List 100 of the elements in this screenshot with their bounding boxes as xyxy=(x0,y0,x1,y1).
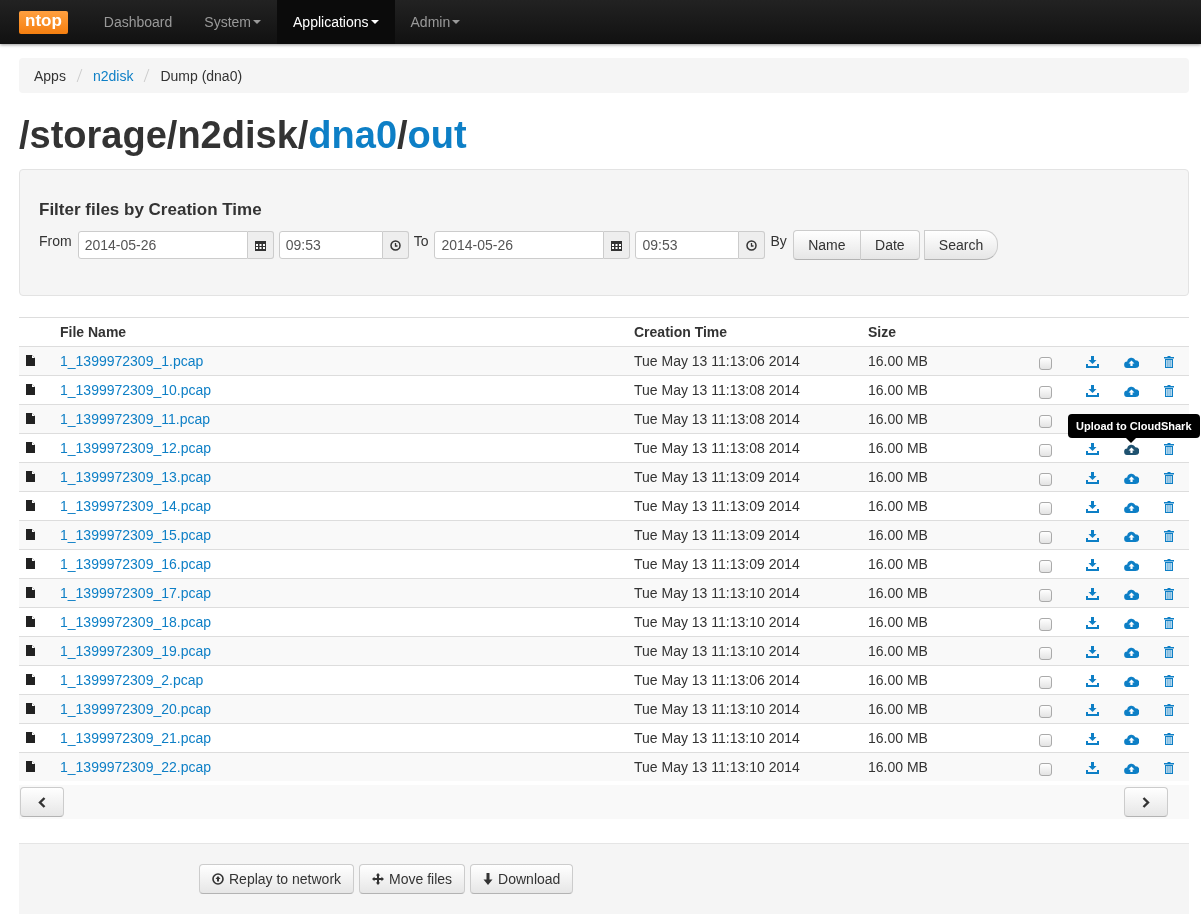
file-link[interactable]: 1_1399972309_10.pcap xyxy=(60,382,212,398)
file-link[interactable]: 1_1399972309_19.pcap xyxy=(60,643,212,659)
nav-menu-item[interactable]: Dashboard xyxy=(87,0,189,44)
download-icon[interactable] xyxy=(1086,530,1099,543)
trash-icon[interactable] xyxy=(1163,356,1174,369)
next-page-button[interactable] xyxy=(1124,787,1168,817)
file-link[interactable]: 1_1399972309_2.pcap xyxy=(60,672,204,688)
trash-icon[interactable] xyxy=(1163,385,1174,398)
download-icon[interactable] xyxy=(1086,762,1099,775)
breadcrumb-link[interactable]: n2disk xyxy=(92,67,134,84)
file-link[interactable]: 1_1399972309_16.pcap xyxy=(60,556,212,572)
nav-menu-item[interactable]: Applications xyxy=(277,0,395,44)
download-icon[interactable] xyxy=(1086,559,1099,572)
row-checkbox[interactable] xyxy=(1038,559,1052,573)
file-link[interactable]: 1_1399972309_18.pcap xyxy=(60,614,212,630)
clock-button[interactable] xyxy=(739,231,766,259)
file-link[interactable]: 1_1399972309_14.pcap xyxy=(60,498,212,514)
trash-icon[interactable] xyxy=(1163,733,1174,746)
file-link[interactable]: 1_1399972309_17.pcap xyxy=(60,585,212,601)
download-icon[interactable] xyxy=(1086,704,1099,717)
upload-cloud-icon[interactable] xyxy=(1124,646,1139,658)
trash-icon[interactable] xyxy=(1163,704,1174,717)
upload-cloud-icon[interactable] xyxy=(1124,588,1139,600)
trash-icon[interactable] xyxy=(1163,617,1174,630)
file-link[interactable]: 1_1399972309_21.pcap xyxy=(60,730,212,746)
path-link[interactable]: dna0 xyxy=(308,114,398,156)
row-checkbox[interactable] xyxy=(1038,675,1052,689)
upload-cloud-icon[interactable] xyxy=(1124,762,1139,774)
row-checkbox[interactable] xyxy=(1038,762,1052,776)
upload-cloud-icon[interactable] xyxy=(1124,385,1139,397)
upload-cloud-icon[interactable] xyxy=(1124,733,1139,745)
time-field[interactable]: 09:53 xyxy=(278,231,383,259)
file-link[interactable]: 1_1399972309_15.pcap xyxy=(60,527,212,543)
row-checkbox[interactable] xyxy=(1038,704,1052,718)
row-checkbox[interactable] xyxy=(1038,443,1052,457)
search-button[interactable]: Search xyxy=(923,230,999,260)
row-checkbox[interactable] xyxy=(1038,530,1052,544)
row-checkbox[interactable] xyxy=(1038,356,1052,370)
brand-logo[interactable]: ntop xyxy=(19,10,68,34)
download-icon[interactable] xyxy=(1086,675,1099,688)
trash-icon[interactable] xyxy=(1163,588,1174,601)
trash-icon[interactable] xyxy=(1163,530,1174,543)
download-icon[interactable] xyxy=(1086,501,1099,514)
trash-icon[interactable] xyxy=(1163,646,1174,659)
clock-button[interactable] xyxy=(382,231,409,259)
upload-cloud-icon[interactable] xyxy=(1124,501,1139,513)
sort-button[interactable]: Name xyxy=(792,230,861,260)
row-checkbox[interactable] xyxy=(1038,733,1052,747)
trash-icon[interactable] xyxy=(1163,501,1174,514)
trash-icon[interactable] xyxy=(1163,675,1174,688)
download-icon[interactable] xyxy=(1086,385,1099,398)
trash-icon[interactable] xyxy=(1163,762,1174,775)
time-field[interactable]: 09:53 xyxy=(635,231,740,259)
row-checkbox[interactable] xyxy=(1038,385,1052,399)
upload-cloud-icon[interactable] xyxy=(1124,675,1139,687)
date-field[interactable]: 2014-05-26 xyxy=(434,231,605,259)
upload-cloud-icon[interactable] xyxy=(1124,356,1139,368)
nav-menu-item[interactable]: System xyxy=(188,0,277,44)
file-link[interactable]: 1_1399972309_13.pcap xyxy=(60,469,212,485)
download-button[interactable]: Download xyxy=(470,864,574,894)
file-link[interactable]: 1_1399972309_1.pcap xyxy=(60,353,204,369)
file-icon xyxy=(26,384,35,395)
calendar-button[interactable] xyxy=(604,231,631,259)
upload-cloud-icon[interactable] xyxy=(1124,472,1139,484)
row-checkbox[interactable] xyxy=(1038,472,1052,486)
row-checkbox[interactable] xyxy=(1038,617,1052,631)
row-checkbox[interactable] xyxy=(1038,414,1052,428)
calendar-button[interactable] xyxy=(247,231,274,259)
file-link[interactable]: 1_1399972309_11.pcap xyxy=(60,411,210,427)
upload-cloud-icon[interactable] xyxy=(1124,617,1139,629)
download-icon[interactable] xyxy=(1086,617,1099,630)
upload-cloud-icon[interactable] xyxy=(1124,443,1139,455)
trash-icon[interactable] xyxy=(1163,472,1174,485)
sort-button[interactable]: Date xyxy=(860,230,920,260)
file-link[interactable]: 1_1399972309_12.pcap xyxy=(60,440,212,456)
download-icon[interactable] xyxy=(1086,443,1099,456)
replay-button[interactable]: Replay to network xyxy=(199,864,355,894)
file-icon xyxy=(26,355,35,366)
table-cell: 16.00 MB xyxy=(868,730,928,746)
upload-cloud-icon[interactable] xyxy=(1124,530,1139,542)
date-field[interactable]: 2014-05-26 xyxy=(77,231,248,259)
trash-icon[interactable] xyxy=(1163,559,1174,572)
row-checkbox[interactable] xyxy=(1038,588,1052,602)
download-icon[interactable] xyxy=(1086,356,1099,369)
trash-icon[interactable] xyxy=(1163,443,1174,456)
row-checkbox[interactable] xyxy=(1038,501,1052,515)
download-icon[interactable] xyxy=(1086,588,1099,601)
download-icon[interactable] xyxy=(1086,472,1099,485)
download-icon[interactable] xyxy=(1086,733,1099,746)
download-icon[interactable] xyxy=(1086,646,1099,659)
file-link[interactable]: 1_1399972309_22.pcap xyxy=(60,759,212,775)
previous-page-button[interactable] xyxy=(20,787,64,817)
row-checkbox[interactable] xyxy=(1038,646,1052,660)
upload-cloud-icon[interactable] xyxy=(1124,704,1139,716)
upload-cloud-icon[interactable] xyxy=(1124,559,1139,571)
move-button[interactable]: Move files xyxy=(359,864,466,894)
path-link[interactable]: out xyxy=(407,114,467,156)
nav-menu-item[interactable]: Admin xyxy=(394,0,477,44)
file-link[interactable]: 1_1399972309_20.pcap xyxy=(60,701,212,717)
table-cell: 16.00 MB xyxy=(868,353,928,369)
